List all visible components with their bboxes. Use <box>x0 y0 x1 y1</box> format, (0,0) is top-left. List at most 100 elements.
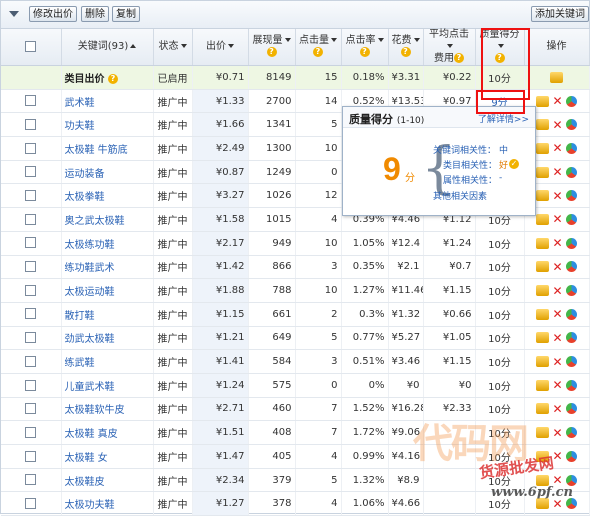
keyword-cell[interactable]: 太极鞋 真皮 <box>61 420 154 445</box>
bid-cell[interactable]: ¥3.27 <box>192 183 249 209</box>
edit-icon[interactable] <box>536 166 550 178</box>
row-checkbox[interactable] <box>25 497 37 509</box>
delete-icon[interactable]: ✕ <box>552 95 562 107</box>
bid-cell[interactable]: ¥2.71 <box>192 397 249 422</box>
help-icon[interactable]: ? <box>266 47 277 57</box>
row-checkbox[interactable] <box>25 166 37 178</box>
select-all-checkbox[interactable] <box>25 40 37 52</box>
bid-cell[interactable]: ¥1.24 <box>192 373 249 398</box>
sort-icon[interactable] <box>284 38 291 42</box>
row-checkbox[interactable] <box>25 379 37 391</box>
sort-icon[interactable] <box>413 38 420 42</box>
keyword-cell[interactable]: 太极鞋 牛筋底 <box>61 136 154 161</box>
report-chart-icon[interactable] <box>565 379 577 391</box>
keyword-cell[interactable]: 太极功夫鞋 <box>61 491 154 516</box>
copy-button[interactable]: 复制 <box>112 6 140 22</box>
row-checkbox[interactable] <box>25 261 37 273</box>
sort-icon[interactable] <box>130 44 137 48</box>
edit-icon[interactable] <box>536 213 550 225</box>
row-checkbox[interactable] <box>25 142 37 154</box>
keyword-cell[interactable]: 太极鞋软牛皮 <box>61 397 154 422</box>
delete-icon[interactable]: ✕ <box>552 474 562 486</box>
report-chart-icon[interactable] <box>565 190 577 202</box>
delete-icon[interactable]: ✕ <box>552 166 562 178</box>
edit-icon[interactable] <box>536 498 550 510</box>
keyword-cell[interactable]: 太极运动鞋 <box>61 278 154 303</box>
clicks-column-header[interactable]: 点击量? <box>295 29 342 66</box>
other-factors-link[interactable]: 其他相关因素 <box>433 189 487 202</box>
sort-icon[interactable] <box>447 44 453 48</box>
modify-bid-button[interactable]: 修改出价 <box>29 6 77 22</box>
keyword-cell[interactable]: 练功鞋武术 <box>61 255 154 280</box>
help-icon[interactable]: ? <box>313 47 323 57</box>
report-chart-icon[interactable] <box>565 427 577 439</box>
bid-cell[interactable]: ¥0.87 <box>192 160 249 185</box>
details-link[interactable]: 了解详情>> <box>478 112 529 125</box>
bid-cell[interactable]: ¥1.88 <box>192 278 249 303</box>
edit-icon[interactable] <box>536 285 550 297</box>
edit-icon[interactable] <box>536 332 550 344</box>
bid-cell[interactable]: ¥1.21 <box>192 326 249 351</box>
row-checkbox[interactable] <box>25 332 37 344</box>
edit-icon[interactable] <box>536 356 550 368</box>
delete-icon[interactable]: ✕ <box>552 119 562 131</box>
keyword-cell[interactable]: 奥之武太极鞋 <box>61 207 154 232</box>
delete-icon[interactable]: ✕ <box>552 190 562 202</box>
edit-icon[interactable] <box>536 261 550 273</box>
delete-icon[interactable]: ✕ <box>552 498 562 510</box>
edit-icon[interactable] <box>536 237 550 249</box>
row-checkbox[interactable] <box>25 355 37 367</box>
bid-cell[interactable]: ¥1.41 <box>192 349 249 374</box>
keyword-cell[interactable]: 太极拳鞋 <box>61 183 154 209</box>
edit-icon[interactable] <box>536 450 550 462</box>
edit-icon[interactable] <box>536 308 550 320</box>
sort-icon[interactable] <box>331 38 337 42</box>
bid-cell[interactable]: ¥1.42 <box>192 255 249 280</box>
report-chart-icon[interactable] <box>565 308 577 320</box>
edit-icon[interactable] <box>550 71 563 83</box>
row-checkbox[interactable] <box>25 474 37 486</box>
report-chart-icon[interactable] <box>565 450 577 462</box>
impressions-column-header[interactable]: 展现量? <box>248 29 296 66</box>
report-chart-icon[interactable] <box>565 403 577 415</box>
report-chart-icon[interactable] <box>565 356 577 368</box>
delete-icon[interactable]: ✕ <box>552 261 562 273</box>
delete-icon[interactable]: ✕ <box>552 213 562 225</box>
report-chart-icon[interactable] <box>565 95 577 107</box>
edit-icon[interactable] <box>536 190 550 202</box>
delete-icon[interactable]: ✕ <box>552 450 562 462</box>
row-checkbox[interactable] <box>25 450 37 462</box>
keyword-cell[interactable]: 练武鞋 <box>61 349 154 374</box>
row-checkbox[interactable] <box>25 403 37 415</box>
delete-icon[interactable]: ✕ <box>552 237 562 249</box>
delete-icon[interactable]: ✕ <box>552 308 562 320</box>
row-checkbox[interactable] <box>25 213 37 225</box>
report-chart-icon[interactable] <box>565 474 577 486</box>
report-chart-icon[interactable] <box>565 166 577 178</box>
report-chart-icon[interactable] <box>565 498 577 510</box>
bid-cell[interactable]: ¥2.34 <box>192 468 249 493</box>
delete-icon[interactable]: ✕ <box>552 379 562 391</box>
cost-column-header[interactable]: 花费? <box>388 29 424 66</box>
delete-icon[interactable]: ✕ <box>552 332 562 344</box>
bid-cell[interactable]: ¥2.17 <box>192 231 249 256</box>
edit-icon[interactable] <box>536 403 550 415</box>
report-chart-icon[interactable] <box>565 237 577 249</box>
delete-icon[interactable]: ✕ <box>552 427 562 439</box>
edit-icon[interactable] <box>536 427 550 439</box>
row-checkbox[interactable] <box>25 237 37 249</box>
report-chart-icon[interactable] <box>565 142 577 154</box>
bid-cell[interactable]: ¥1.58 <box>192 207 249 232</box>
add-keyword-button[interactable]: 添加关键词 <box>531 6 589 22</box>
help-icon[interactable]: ? <box>107 73 118 84</box>
row-checkbox[interactable] <box>25 308 37 320</box>
row-checkbox[interactable] <box>25 190 37 202</box>
keyword-cell[interactable]: 劲武太极鞋 <box>61 326 154 351</box>
keyword-cell[interactable]: 太极鞋 女 <box>61 444 154 469</box>
report-chart-icon[interactable] <box>565 119 577 131</box>
bid-column-header[interactable]: 出价 <box>192 29 249 66</box>
bid-cell[interactable]: ¥1.66 <box>192 112 249 138</box>
bid-cell[interactable]: ¥1.51 <box>192 420 249 445</box>
keyword-cell[interactable]: 太极鞋皮 <box>61 468 154 493</box>
edit-icon[interactable] <box>536 379 550 391</box>
